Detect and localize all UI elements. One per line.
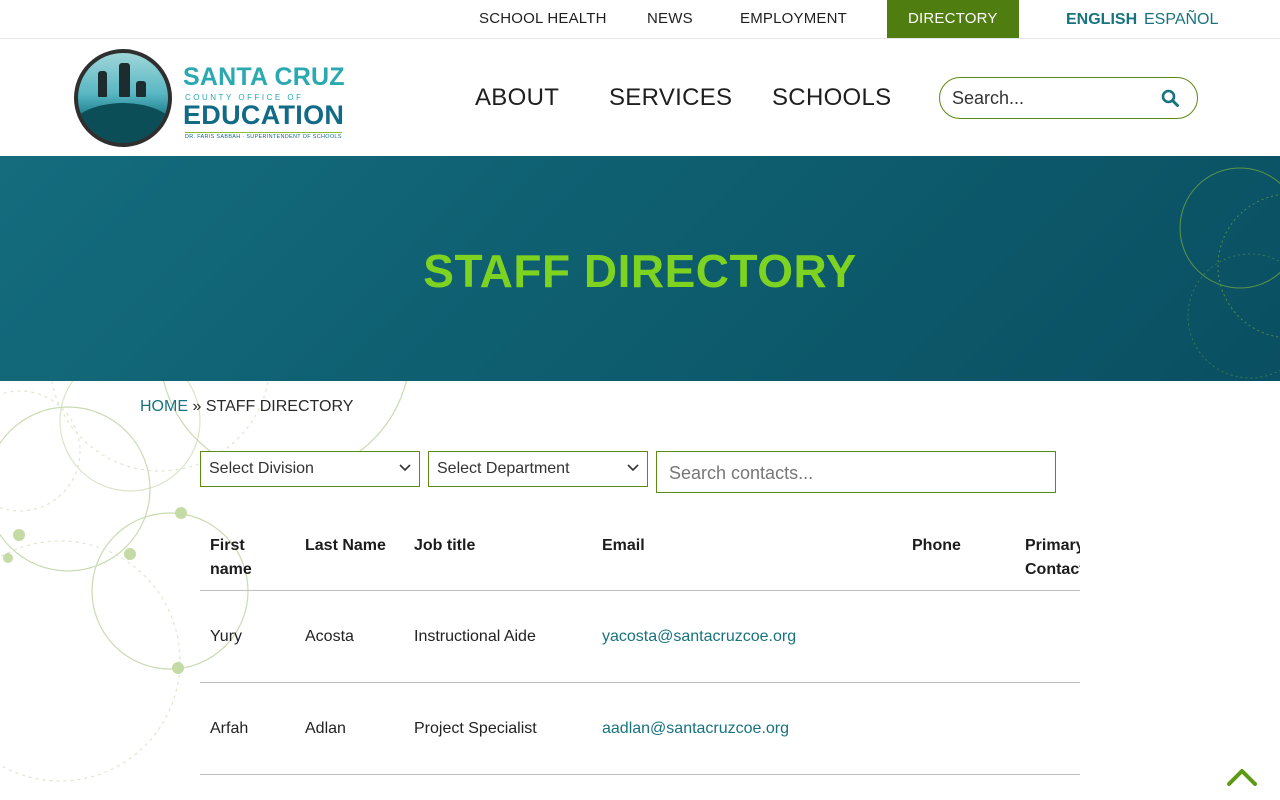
- column-header-job-title[interactable]: Job title: [414, 534, 534, 558]
- nav-directory[interactable]: DIRECTORY: [887, 0, 1019, 38]
- breadcrumb-current: STAFF DIRECTORY: [205, 398, 354, 415]
- utility-bar: SCHOOL HEALTH NEWS EMPLOYMENT DIRECTORY …: [0, 0, 1280, 39]
- nav-employment[interactable]: EMPLOYMENT: [740, 0, 847, 38]
- column-header-first-name[interactable]: First name: [210, 534, 270, 582]
- nav-school-health[interactable]: SCHOOL HEALTH: [479, 0, 607, 38]
- table-divider: [200, 774, 1080, 775]
- department-select-value: Select Department: [437, 460, 570, 477]
- column-header-last-name[interactable]: Last Name: [305, 534, 405, 558]
- logo-emblem: [74, 49, 172, 147]
- cell-job-title: Instructional Aide: [414, 628, 536, 645]
- site-search-input[interactable]: [952, 86, 1152, 110]
- logo-line-4: DR. FARIS SABBAH · SUPERINTENDENT OF SCH…: [185, 132, 342, 140]
- site-search: [939, 77, 1198, 119]
- nav-schools[interactable]: SCHOOLS: [772, 84, 891, 112]
- column-header-primary-contact[interactable]: Primary Contact: [1025, 534, 1080, 582]
- cell-email-link[interactable]: yacosta@santacruzcoe.org: [602, 628, 796, 646]
- contact-search-input[interactable]: [669, 461, 1039, 485]
- page-banner: STAFF DIRECTORY: [0, 156, 1280, 381]
- page-title: STAFF DIRECTORY: [423, 245, 857, 297]
- language-espanol[interactable]: ESPAÑOL: [1144, 0, 1218, 38]
- logo-line-1: SANTA CRUZ: [183, 63, 345, 91]
- nav-services[interactable]: SERVICES: [609, 84, 732, 112]
- banner-decoration-circles: [1179, 167, 1280, 379]
- chevron-down-icon: [627, 464, 639, 472]
- table-divider: [200, 590, 1080, 591]
- logo-line-3: EDUCATION: [183, 100, 345, 130]
- cell-email-link[interactable]: aadlan@santacruzcoe.org: [602, 720, 789, 738]
- cell-job-title: Project Specialist: [414, 720, 537, 737]
- cell-last-name: Adlan: [305, 720, 346, 737]
- back-to-top-icon[interactable]: [1226, 766, 1258, 788]
- site-header: SANTA CRUZ COUNTY OFFICE OF EDUCATION DR…: [0, 39, 1280, 156]
- department-select[interactable]: Select Department: [428, 451, 648, 487]
- column-header-phone[interactable]: Phone: [912, 534, 992, 558]
- cell-first-name: Arfah: [210, 720, 249, 737]
- site-logo[interactable]: SANTA CRUZ COUNTY OFFICE OF EDUCATION DR…: [74, 49, 346, 147]
- search-icon[interactable]: [1161, 89, 1179, 107]
- division-select[interactable]: Select Division: [200, 451, 420, 487]
- breadcrumb: HOME » STAFF DIRECTORY: [140, 398, 353, 416]
- breadcrumb-separator: »: [192, 398, 202, 415]
- chevron-down-icon: [399, 464, 411, 472]
- division-select-value: Select Division: [209, 460, 314, 477]
- nav-news[interactable]: NEWS: [647, 0, 693, 38]
- nav-about[interactable]: ABOUT: [475, 84, 559, 112]
- cell-last-name: Acosta: [305, 628, 354, 645]
- column-header-email[interactable]: Email: [602, 534, 722, 558]
- contact-search: [656, 451, 1056, 493]
- cell-first-name: Yury: [210, 628, 243, 645]
- staff-table: First name Last Name Job title Email Pho…: [200, 520, 1080, 800]
- language-english[interactable]: ENGLISH: [1066, 0, 1137, 38]
- table-divider: [200, 682, 1080, 683]
- breadcrumb-home[interactable]: HOME: [140, 398, 188, 415]
